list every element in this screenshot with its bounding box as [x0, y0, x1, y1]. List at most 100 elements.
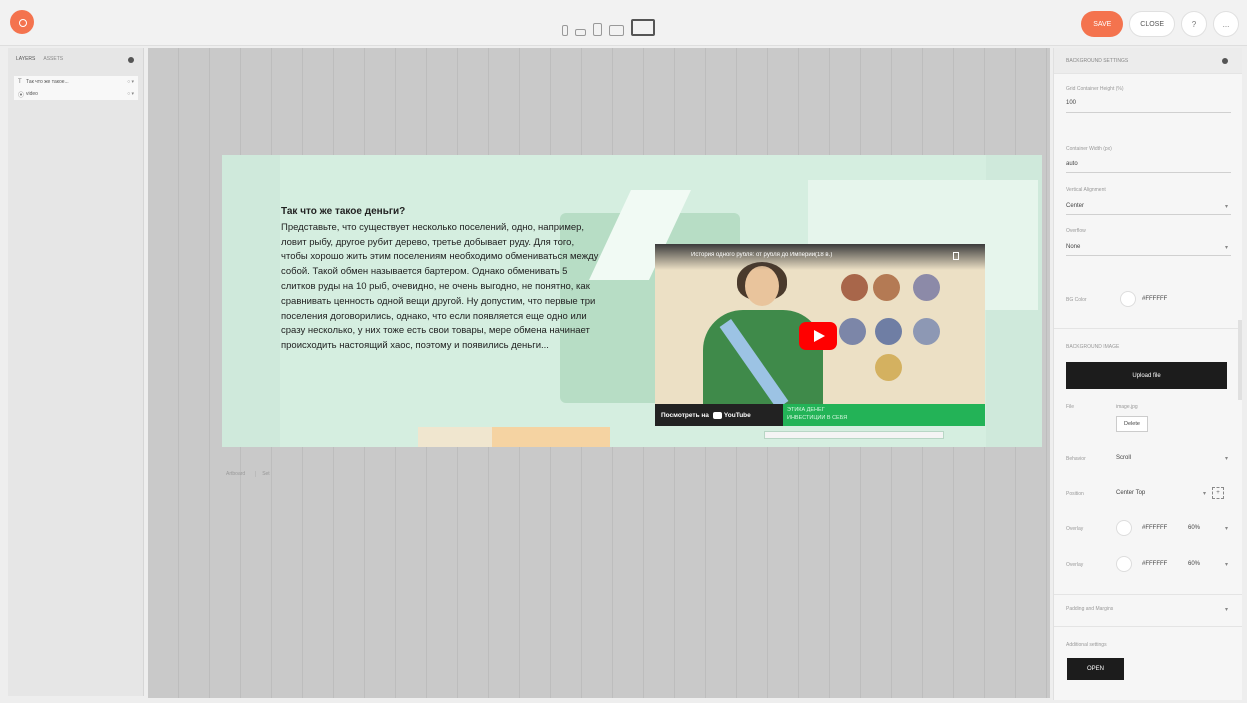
watch-on-youtube-button[interactable]: Посмотреть на YouTube [655, 404, 783, 426]
bg-color-swatch[interactable] [1120, 291, 1136, 307]
chevron-down-icon[interactable]: ▾ [1225, 203, 1228, 210]
cash-shape [492, 427, 610, 447]
layer-controls[interactable]: ○ ▾ [127, 79, 134, 85]
text-body: Представьте, что существует несколько по… [281, 221, 599, 352]
height-input[interactable]: 100 [1066, 100, 1076, 106]
overlay-color-input[interactable]: #FFFFFF [1142, 561, 1167, 567]
coin-icon [873, 274, 900, 301]
scrollbar[interactable] [1238, 320, 1242, 400]
save-button[interactable]: SAVE [1081, 11, 1124, 37]
position-label: Position [1066, 491, 1084, 497]
tablet-landscape-icon[interactable] [609, 25, 624, 36]
artboard[interactable]: $ Так что же такое деньги? Представьте, … [222, 155, 1042, 447]
align-select[interactable]: Center [1066, 203, 1084, 209]
coin-icon [839, 318, 866, 345]
phone-portrait-icon[interactable] [562, 25, 568, 36]
layer-controls[interactable]: ○ ▾ [127, 91, 134, 97]
layer-name: Так что же такое... [26, 79, 69, 85]
text-block[interactable]: Так что же такое деньги? Представьте, чт… [281, 205, 599, 354]
youtube-play-icon[interactable] [799, 322, 837, 350]
layer-row[interactable]: ⦿ video ○ ▾ [14, 88, 138, 100]
layers-tabs: LAYERS ASSETS [16, 56, 63, 62]
desktop-icon[interactable] [631, 19, 655, 36]
phone-landscape-icon[interactable] [575, 29, 586, 36]
behavior-select[interactable]: Scroll [1116, 455, 1131, 461]
settings-header: BACKGROUND SETTINGS [1054, 48, 1242, 74]
tab-layers[interactable]: LAYERS [16, 56, 35, 62]
video-title[interactable]: История одного рубля: от рубля до Импери… [691, 252, 941, 258]
copy-link-icon[interactable] [953, 252, 959, 260]
position-select[interactable]: Center Top [1116, 490, 1145, 496]
chevron-down-icon[interactable]: ▾ [1225, 606, 1228, 613]
editor-canvas[interactable]: $ Так что же такое деньги? Представьте, … [148, 48, 1050, 698]
cash-shape [418, 427, 492, 447]
overlay-color-swatch[interactable] [1116, 520, 1132, 536]
portrait-head [745, 266, 779, 306]
more-button[interactable]: ... [1213, 11, 1239, 37]
tab-assets[interactable]: ASSETS [43, 56, 63, 62]
video-caption-band: ЭТИКА ДЕНЕГ ИНВЕСТИЦИИ В СЕБЯ [783, 404, 985, 426]
set-label[interactable]: Set [255, 471, 270, 477]
help-button[interactable]: ? [1181, 11, 1207, 37]
youtube-video-embed[interactable]: История одного рубля: от рубля до Импери… [655, 244, 985, 426]
width-input[interactable]: auto [1066, 161, 1078, 167]
video-title-bar: История одного рубля: от рубля до Импери… [655, 244, 985, 270]
coin-icon [875, 354, 902, 381]
text-layer-icon: T [18, 79, 22, 85]
close-button[interactable]: CLOSE [1129, 11, 1175, 37]
app-logo-icon[interactable] [10, 10, 34, 34]
caption-line: ЭТИКА ДЕНЕГ [787, 407, 825, 413]
divider [1054, 328, 1242, 329]
width-label: Container Width (px) [1066, 146, 1112, 152]
tray-shape [764, 431, 944, 439]
overlay-color-swatch[interactable] [1116, 556, 1132, 572]
overflow-label: Overflow [1066, 228, 1086, 234]
top-actions: SAVE CLOSE ? ... [1081, 11, 1239, 37]
chevron-down-icon[interactable]: ▾ [1225, 561, 1228, 568]
chevron-down-icon[interactable]: ▾ [1203, 490, 1206, 497]
additional-settings-label: Additional settings [1066, 642, 1107, 648]
coin-icon [875, 318, 902, 345]
watch-label: Посмотреть на [661, 411, 709, 419]
overlay-color-input[interactable]: #FFFFFF [1142, 525, 1167, 531]
chevron-down-icon[interactable]: ▾ [1225, 244, 1228, 251]
file-label: File [1066, 404, 1075, 410]
crosshair-icon[interactable]: + [1212, 487, 1224, 499]
layer-name: video [26, 91, 38, 97]
divider [1066, 112, 1231, 113]
settings-title: BACKGROUND SETTINGS [1066, 58, 1129, 64]
layer-list: T Так что же такое... ○ ▾ ⦿ video ○ ▾ [14, 76, 138, 100]
padding-section-toggle[interactable]: Padding and Margins [1066, 606, 1113, 612]
bg-color-input[interactable]: #FFFFFF [1142, 296, 1167, 302]
coin-icon [913, 318, 940, 345]
youtube-label: YouTube [723, 411, 751, 419]
settings-panel: BACKGROUND SETTINGS Grid Container Heigh… [1053, 48, 1242, 700]
delete-file-button[interactable]: Delete [1116, 416, 1148, 432]
divider [1066, 172, 1231, 173]
panel-options-icon[interactable] [128, 57, 134, 63]
bg-image-label: BACKGROUND IMAGE [1066, 344, 1120, 350]
bg-color-label: BG Color [1066, 297, 1087, 303]
tablet-portrait-icon[interactable] [593, 23, 602, 36]
settings-options-icon[interactable] [1222, 58, 1228, 64]
align-label: Vertical Alignment [1066, 187, 1106, 193]
layer-row[interactable]: T Так что же такое... ○ ▾ [14, 76, 138, 88]
divider [1066, 214, 1231, 215]
youtube-mini-icon [712, 411, 722, 419]
chevron-down-icon[interactable]: ▾ [1225, 455, 1228, 462]
text-heading: Так что же такое деньги? [281, 206, 406, 217]
divider [1054, 626, 1242, 627]
overflow-select[interactable]: None [1066, 244, 1080, 250]
overlay-opacity-input[interactable]: 60% [1188, 561, 1200, 567]
behavior-label: Behavior [1066, 456, 1086, 462]
device-switcher [562, 14, 655, 36]
artboard-label[interactable]: Artboard [226, 471, 245, 477]
chevron-down-icon[interactable]: ▾ [1225, 525, 1228, 532]
coin-icon [913, 274, 940, 301]
overlay-opacity-input[interactable]: 60% [1188, 525, 1200, 531]
open-button[interactable]: OPEN [1067, 658, 1124, 680]
upload-file-button[interactable]: Upload file [1066, 362, 1227, 389]
divider [1054, 594, 1242, 595]
artboard-footer: Artboard Set [226, 471, 270, 477]
video-bottom-bar: Посмотреть на YouTube ЭТИКА ДЕНЕГ ИНВЕСТ… [655, 404, 985, 426]
